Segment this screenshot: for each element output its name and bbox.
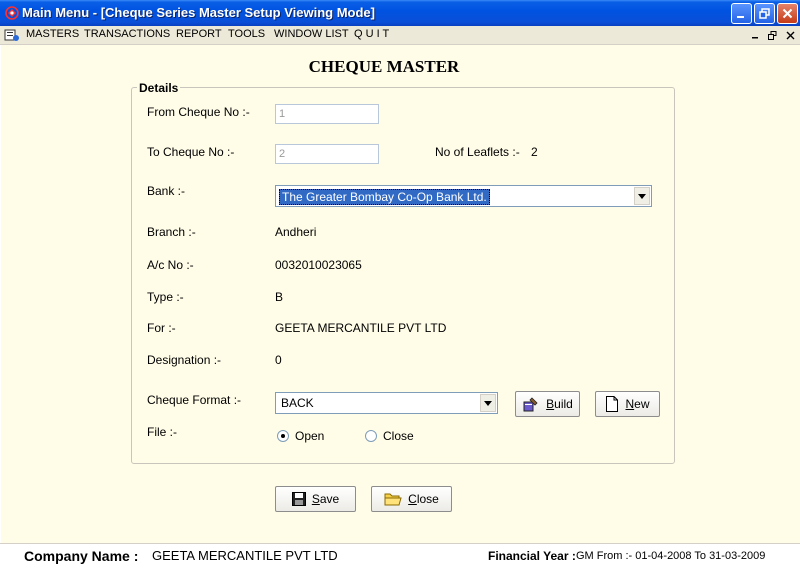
new-button[interactable]: New (595, 391, 660, 417)
ac-no-label: A/c No :- (147, 258, 194, 272)
financial-year-value: GM From :- 01-04-2008 To 31-03-2009 (576, 550, 766, 562)
radio-circle (365, 430, 377, 442)
to-cheque-input[interactable]: 2 (275, 144, 379, 164)
restore-button[interactable] (754, 3, 775, 24)
save-button-label: Save (312, 492, 339, 506)
close-icon (782, 8, 793, 19)
file-close-label: Close (383, 429, 414, 443)
designation-label: Designation :- (147, 353, 222, 367)
restore-icon (759, 8, 770, 19)
close-button-label-rest: lose (416, 492, 439, 506)
for-value: GEETA MERCANTILE PVT LTD (275, 321, 447, 335)
type-label: Type :- (147, 290, 184, 304)
cheque-format-selected-value: BACK (281, 396, 314, 410)
mdi-restore-button[interactable] (765, 28, 779, 42)
company-name-value: GEETA MERCANTILE PVT LTD (152, 548, 338, 563)
menu-quit[interactable]: Q U I T (354, 28, 389, 40)
save-button-mnemonic: S (311, 492, 320, 506)
close-button[interactable]: Close (371, 486, 452, 512)
minimize-icon (751, 36, 758, 38)
close-button-label: Close (408, 492, 439, 506)
close-icon (786, 31, 794, 39)
save-button-label-rest: ave (319, 492, 340, 506)
new-button-mnemonic: N (625, 397, 635, 411)
bank-select[interactable]: The Greater Bombay Co-Op Bank Ltd. (275, 185, 652, 207)
build-button[interactable]: Build (515, 391, 580, 417)
build-button-mnemonic: B (546, 397, 555, 411)
file-label: File :- (147, 425, 177, 439)
cheque-format-label: Cheque Format :- (147, 393, 242, 407)
menu-report[interactable]: REPORT (176, 28, 222, 40)
menu-bar: MASTERS TRANSACTIONS REPORT TOOLS WINDOW… (0, 26, 800, 45)
status-bar: Company Name : GEETA MERCANTILE PVT LTD … (0, 543, 800, 571)
for-label: For :- (147, 321, 176, 335)
window-title: Main Menu - [Cheque Series Master Setup … (22, 5, 375, 20)
file-close-radio[interactable]: Close (365, 429, 414, 443)
menu-tools[interactable]: TOOLS (228, 28, 265, 40)
folder-icon (384, 493, 402, 506)
bank-label: Bank :- (147, 184, 186, 198)
company-name-label: Company Name : (24, 548, 139, 564)
new-button-label-rest: ew (634, 397, 650, 411)
minimize-icon (737, 16, 744, 18)
cheque-format-select[interactable]: BACK (275, 392, 498, 414)
menu-transactions[interactable]: TRANSACTIONS (84, 28, 170, 40)
to-cheque-label: To Cheque No :- (147, 145, 235, 159)
build-button-label: Build (546, 397, 573, 411)
close-window-button[interactable] (777, 3, 798, 24)
financial-year-label: Financial Year : (488, 549, 576, 563)
cheque-format-dropdown-button[interactable] (480, 394, 496, 412)
close-button-mnemonic: C (408, 492, 417, 506)
leaflets-label: No of Leaflets :- (435, 145, 520, 159)
branch-value: Andheri (275, 225, 317, 239)
restore-icon (767, 30, 776, 40)
build-button-label-rest: uild (554, 397, 573, 411)
floppy-disk-icon (291, 492, 306, 506)
bank-selected-value: The Greater Bombay Co-Op Bank Ltd. (279, 189, 490, 205)
title-bar: Main Menu - [Cheque Series Master Setup … (0, 0, 800, 26)
save-button[interactable]: Save (275, 486, 356, 512)
details-group-label: Details (137, 81, 181, 95)
type-value: B (275, 290, 284, 304)
chevron-down-icon (484, 400, 492, 406)
new-button-label: New (625, 397, 649, 411)
radio-circle (277, 430, 289, 442)
bank-dropdown-button[interactable] (634, 187, 650, 205)
form-area: CHEQUE MASTER Details From Cheque No :- … (0, 45, 800, 543)
new-document-icon (606, 396, 619, 412)
mdi-close-button[interactable] (783, 28, 797, 42)
designation-value: 0 (275, 353, 282, 367)
mdi-minimize-button[interactable] (748, 28, 762, 42)
branch-label: Branch :- (147, 225, 196, 239)
from-cheque-label: From Cheque No :- (147, 105, 250, 119)
leaflets-value: 2 (531, 145, 538, 159)
document-menu-icon[interactable] (4, 28, 20, 42)
minimize-button[interactable] (731, 3, 752, 24)
form-title: CHEQUE MASTER (308, 57, 460, 76)
radio-dot (281, 434, 285, 438)
menu-window-list[interactable]: WINDOW LIST (274, 28, 349, 40)
build-tools-icon (523, 397, 538, 412)
file-open-radio[interactable]: Open (277, 429, 324, 443)
file-open-label: Open (295, 429, 325, 443)
ac-no-value: 0032010023065 (275, 258, 362, 272)
menu-masters[interactable]: MASTERS (26, 28, 79, 40)
from-cheque-input[interactable]: 1 (275, 104, 379, 124)
app-icon (5, 6, 19, 20)
chevron-down-icon (638, 193, 646, 199)
